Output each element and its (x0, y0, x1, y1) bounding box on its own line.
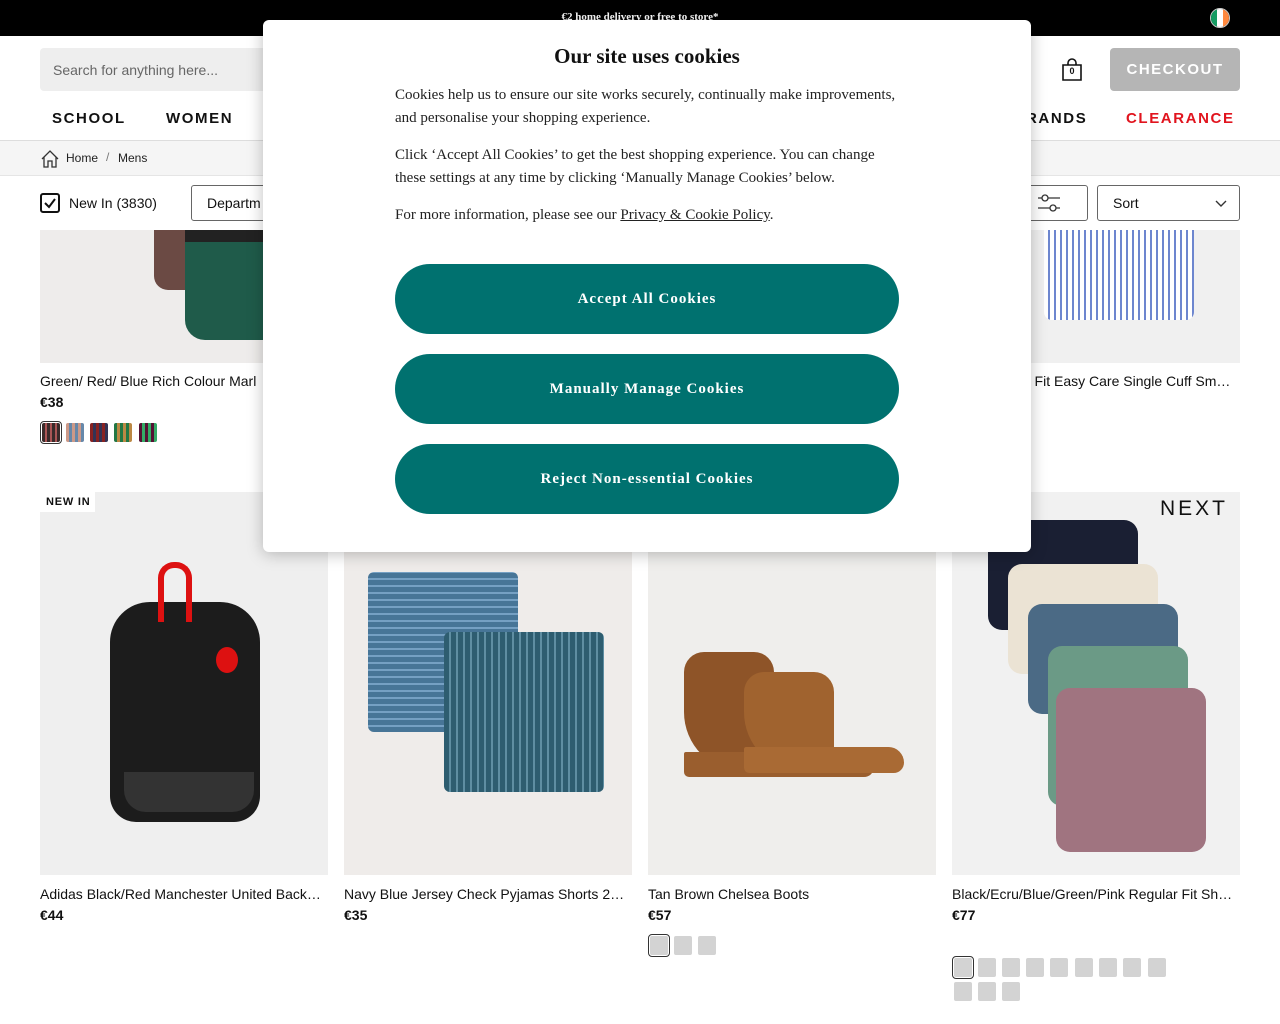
manually-manage-cookies-button[interactable]: Manually Manage Cookies (395, 354, 899, 424)
privacy-policy-link[interactable]: Privacy & Cookie Policy (620, 207, 769, 223)
cookie-paragraph-3-text: For more information, please see our (395, 207, 621, 223)
accept-all-cookies-button[interactable]: Accept All Cookies (395, 264, 899, 334)
cookie-paragraph-3: For more information, please see our Pri… (395, 204, 905, 227)
cookie-consent-dialog: Our site uses cookies Cookies help us to… (263, 20, 1031, 552)
reject-non-essential-cookies-button[interactable]: Reject Non-essential Cookies (395, 444, 899, 514)
cookie-paragraph-3-end: . (769, 207, 774, 223)
cookie-dialog-title: Our site uses cookies (554, 44, 740, 68)
cookie-paragraph-1: Cookies help us to ensure our site works… (395, 87, 896, 126)
cookie-paragraph-2: Click ‘Accept All Cookies’ to get the be… (395, 147, 875, 186)
